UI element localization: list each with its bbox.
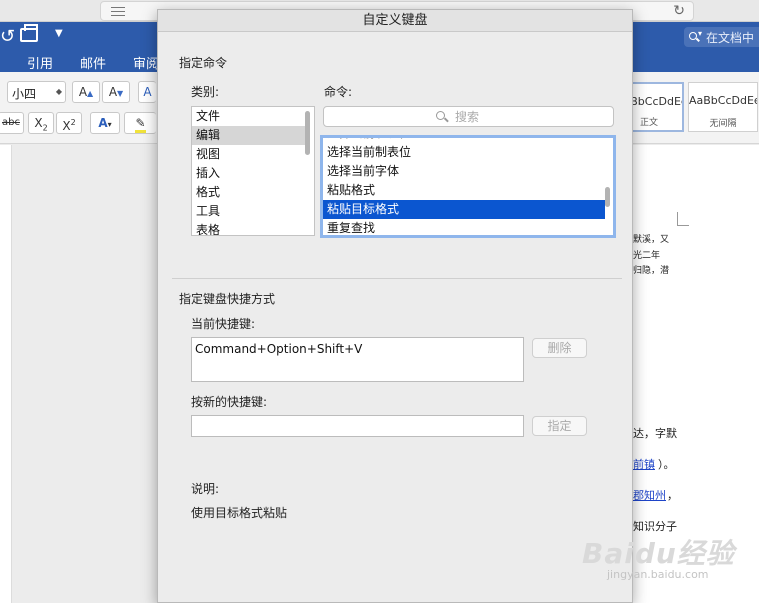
- text-effect-button[interactable]: A▾: [90, 112, 120, 134]
- grow-font-label: A: [78, 85, 88, 99]
- section-divider: [172, 278, 622, 279]
- shrink-font-button[interactable]: A▼: [102, 81, 130, 103]
- search-placeholder: 搜索: [455, 110, 480, 124]
- font-size-select[interactable]: 小四 ◆: [7, 81, 66, 103]
- tab-references[interactable]: 引用: [27, 53, 53, 72]
- print-icon[interactable]: [20, 24, 38, 42]
- command-item[interactable]: 重复查找: [323, 219, 605, 235]
- command-item[interactable]: 选择当前制表位: [323, 138, 605, 143]
- tab-mailings[interactable]: 邮件: [80, 53, 106, 72]
- category-item[interactable]: 插入: [192, 164, 306, 183]
- command-label: 命令:: [324, 85, 353, 99]
- shrink-font-label: A: [108, 85, 118, 99]
- superscript-button[interactable]: X2: [56, 112, 82, 134]
- doc-link[interactable]: 前镇: [633, 456, 655, 472]
- text-effects-button[interactable]: A: [138, 81, 156, 103]
- strikethrough-button[interactable]: abc: [0, 112, 24, 134]
- command-scrollbar[interactable]: [605, 187, 610, 207]
- subscript-button[interactable]: X2: [28, 112, 54, 134]
- style-name: 无间隔: [709, 119, 737, 129]
- doc-text-line: 达，字默: [633, 427, 677, 440]
- new-shortcut-input[interactable]: [191, 415, 524, 437]
- category-list[interactable]: 文件 编辑 视图 插入 格式 工具 表格: [191, 106, 315, 236]
- delete-button[interactable]: 删除: [532, 338, 587, 358]
- specify-command-heading: 指定命令: [179, 56, 228, 70]
- category-item[interactable]: 表格: [192, 221, 306, 235]
- doc-text-line: ，: [667, 489, 678, 502]
- tab-review[interactable]: 审阅: [133, 53, 159, 72]
- category-item[interactable]: 视图: [192, 145, 306, 164]
- search-icon: [436, 111, 445, 120]
- command-list[interactable]: 选择当前制表位 选择当前制表位 选择当前字体 粘贴格式 粘贴目标格式 重复查找: [320, 135, 616, 238]
- undo-icon[interactable]: ↺: [0, 26, 15, 47]
- assign-button[interactable]: 指定: [532, 416, 587, 436]
- style-sample: AaBbCcDdEe: [689, 94, 757, 107]
- doc-text-line: 归隐，潜: [633, 266, 670, 276]
- command-item[interactable]: 选择当前字体: [323, 162, 605, 181]
- keyboard-shortcut-heading: 指定键盘快捷方式: [179, 292, 276, 306]
- style-no-spacing[interactable]: AaBbCcDdEe 无间隔: [688, 82, 758, 132]
- category-label: 类别:: [191, 85, 220, 99]
- doc-link[interactable]: 郡知州: [633, 487, 666, 503]
- highlighter-icon: ✎: [135, 116, 146, 133]
- current-shortcut-value[interactable]: Command+Option+Shift+V: [195, 342, 362, 356]
- command-item-selected[interactable]: 粘贴目标格式: [323, 200, 605, 219]
- category-item-selected[interactable]: 编辑: [192, 126, 306, 145]
- new-shortcut-label: 按新的快捷键:: [191, 395, 268, 409]
- subscript-label: X: [34, 116, 43, 130]
- strikethrough-label: abc: [2, 117, 20, 128]
- chevron-down-icon: ▾: [698, 29, 703, 38]
- category-item[interactable]: 格式: [192, 183, 306, 202]
- left-margin: [0, 145, 12, 603]
- search-document-field[interactable]: ▾ 在文档中: [684, 27, 759, 47]
- reader-icon[interactable]: [111, 7, 125, 16]
- quick-access-more-icon[interactable]: ▼: [55, 28, 63, 39]
- margin-crop-mark: [677, 212, 689, 226]
- description-text: 使用目标格式粘贴: [191, 506, 288, 520]
- description-label: 说明:: [191, 482, 220, 496]
- doc-text-line: 默溪，又: [633, 235, 670, 245]
- search-icon: [689, 32, 697, 40]
- doc-text-line: ）。: [658, 458, 675, 471]
- customize-keyboard-dialog: 自定义键盘 指定命令 类别: 文件 编辑 视图 插入 格式 工具 表格 命令: …: [157, 9, 633, 603]
- superscript-label: X: [62, 119, 71, 133]
- category-scrollbar[interactable]: [305, 111, 310, 155]
- doc-text-line: 光二年: [633, 251, 661, 261]
- baidu-watermark-url: jingyan.baidu.com: [607, 568, 709, 581]
- reload-icon[interactable]: ↻: [673, 3, 685, 19]
- command-item[interactable]: 粘贴格式: [323, 181, 605, 200]
- grow-font-button[interactable]: A▲: [72, 81, 100, 103]
- baidu-watermark: Baidu经验: [582, 537, 735, 570]
- current-shortcut-label: 当前快捷键:: [191, 317, 256, 331]
- command-search-input[interactable]: 搜索: [323, 106, 614, 127]
- current-shortcut-list[interactable]: Command+Option+Shift+V: [191, 337, 524, 382]
- command-item[interactable]: 选择当前制表位: [323, 143, 605, 162]
- dialog-title: 自定义键盘: [158, 10, 632, 32]
- highlight-button[interactable]: ✎: [124, 112, 156, 134]
- chevron-down-icon: ◆: [55, 87, 62, 96]
- search-document-placeholder: 在文档中: [706, 31, 755, 45]
- category-item[interactable]: 文件: [192, 107, 306, 126]
- category-item[interactable]: 工具: [192, 202, 306, 221]
- font-size-value: 小四: [12, 87, 37, 101]
